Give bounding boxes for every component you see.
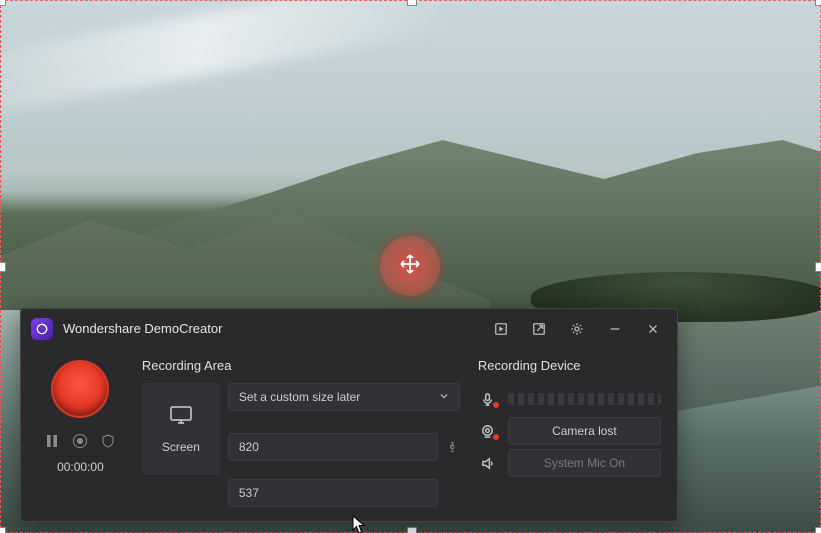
stop-record-icon[interactable] [71, 432, 89, 450]
height-input[interactable] [239, 486, 427, 500]
settings-gear-icon[interactable] [563, 315, 591, 343]
webcam-icon[interactable] [478, 424, 498, 439]
height-input-wrap[interactable] [228, 479, 438, 507]
size-preset-dropdown[interactable]: Set a custom size later [228, 383, 460, 411]
speaker-icon[interactable] [478, 456, 498, 471]
move-arrows-icon [398, 252, 422, 281]
move-region-handle[interactable] [380, 236, 440, 296]
record-button[interactable] [51, 360, 109, 418]
aspect-lock-icon[interactable] [446, 417, 460, 477]
titlebar[interactable]: Wondershare DemoCreator [21, 309, 677, 348]
open-external-icon[interactable] [525, 315, 553, 343]
minimize-button[interactable] [601, 315, 629, 343]
size-preset-label: Set a custom size later [239, 390, 360, 404]
camera-status-label: Camera lost [552, 424, 617, 438]
width-input-wrap[interactable] [228, 433, 438, 461]
close-button[interactable] [639, 315, 667, 343]
app-logo-icon [31, 318, 53, 340]
recording-device-title: Recording Device [478, 358, 661, 373]
recording-area-title: Recording Area [142, 358, 460, 373]
camera-status-button[interactable]: Camera lost [508, 417, 661, 445]
system-mic-label: System Mic On [544, 456, 625, 470]
capture-mode-screen[interactable]: Screen [142, 383, 220, 475]
democreator-panel: Wondershare DemoCreator [20, 308, 678, 522]
popout-icon[interactable] [487, 315, 515, 343]
pause-icon[interactable] [43, 432, 61, 450]
record-timer: 00:00:00 [57, 460, 104, 474]
mic-level-meter [508, 393, 661, 405]
shield-icon[interactable] [99, 432, 117, 450]
microphone-icon[interactable] [478, 392, 498, 407]
system-mic-button[interactable]: System Mic On [508, 449, 661, 477]
monitor-icon [169, 405, 193, 430]
width-input[interactable] [239, 440, 427, 454]
chevron-down-icon [439, 390, 449, 404]
capture-mode-label: Screen [162, 440, 200, 454]
window-title: Wondershare DemoCreator [63, 321, 222, 336]
